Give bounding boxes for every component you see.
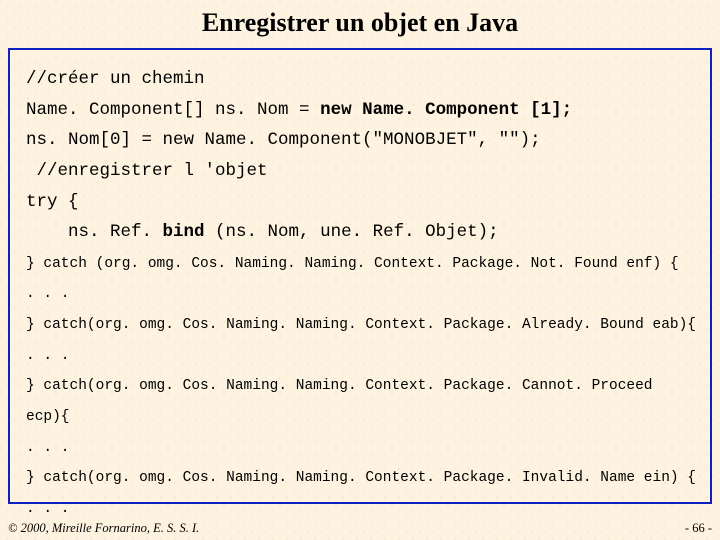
code-line: } catch(org. omg. Cos. Naming. Naming. C… <box>26 470 696 486</box>
code-bold: bind <box>163 222 205 242</box>
slide-title: Enregistrer un objet en Java <box>0 0 720 44</box>
code-line: Name. Component[] ns. Nom = <box>26 100 320 120</box>
code-line: ns. Nom[0] = new Name. Component("MONOBJ… <box>26 130 541 150</box>
code-line: . . . <box>26 440 70 456</box>
copyright: © 2000, Mireille Fornarino, E. S. S. I. <box>8 521 199 536</box>
code-line: //créer un chemin <box>26 69 205 89</box>
code-line: . . . <box>26 348 70 364</box>
code-line: (ns. Nom, une. Ref. Objet); <box>205 222 499 242</box>
code-line: try { <box>26 192 79 212</box>
page-number: - 66 - <box>685 521 712 536</box>
code-line: . . . <box>26 501 70 517</box>
code-line: . . . <box>26 286 70 302</box>
code-bold: new Name. Component [1]; <box>320 100 572 120</box>
code-line: ecp){ <box>26 409 70 425</box>
code-block: //créer un chemin Name. Component[] ns. … <box>26 64 700 523</box>
code-line: //enregistrer l 'objet <box>26 161 268 181</box>
code-line: ns. Ref. <box>26 222 163 242</box>
code-line: } catch (org. omg. Cos. Naming. Naming. … <box>26 256 679 272</box>
code-frame: //créer un chemin Name. Component[] ns. … <box>8 48 712 504</box>
footer: © 2000, Mireille Fornarino, E. S. S. I. … <box>8 521 712 536</box>
code-line: } catch(org. omg. Cos. Naming. Naming. C… <box>26 317 696 333</box>
code-line: } catch(org. omg. Cos. Naming. Naming. C… <box>26 378 653 394</box>
